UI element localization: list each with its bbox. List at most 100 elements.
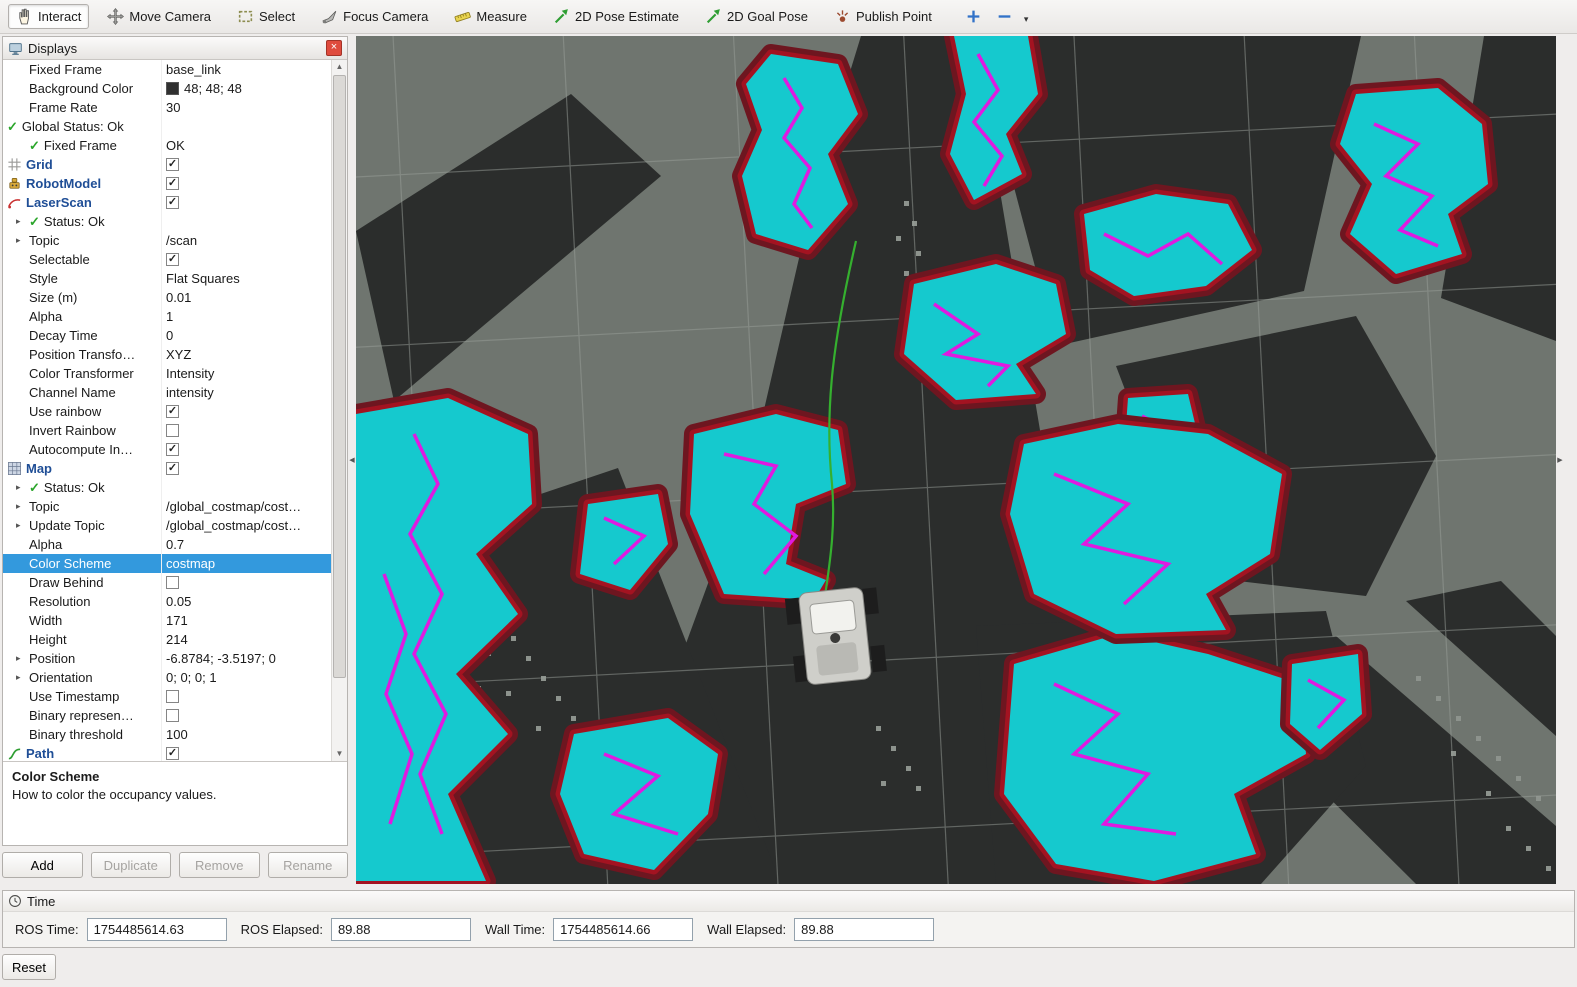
property-value-cell[interactable] (161, 440, 332, 459)
tool-2d-pose-estimate[interactable]: 2D Pose Estimate (545, 4, 687, 29)
display-row-path[interactable]: Path (3, 744, 332, 761)
property-value-cell[interactable]: OK (161, 136, 332, 155)
property-value-cell[interactable]: costmap (161, 554, 332, 573)
expander-icon[interactable] (16, 520, 29, 531)
property-value-cell[interactable]: /global_costmap/cost… (161, 497, 332, 516)
scrollbar-down-icon[interactable] (332, 747, 347, 761)
property-value-cell[interactable]: 1 (161, 307, 332, 326)
expander-icon[interactable] (16, 235, 29, 246)
property-value-cell[interactable]: base_link (161, 60, 332, 79)
scrollbar-up-icon[interactable] (332, 60, 347, 74)
property-row-width[interactable]: Width171 (3, 611, 332, 630)
splitter-right[interactable] (1556, 36, 1564, 884)
wall-elapsed-input[interactable] (794, 918, 934, 941)
property-value-cell[interactable]: intensity (161, 383, 332, 402)
remove-tool-button[interactable] (993, 5, 1016, 28)
property-row-size-m[interactable]: Size (m)0.01 (3, 288, 332, 307)
property-row-alpha[interactable]: Alpha0.7 (3, 535, 332, 554)
property-row-height[interactable]: Height214 (3, 630, 332, 649)
render-view[interactable] (356, 36, 1556, 884)
property-row-topic[interactable]: Topic/global_costmap/cost… (3, 497, 332, 516)
checkbox-checked[interactable] (166, 253, 179, 266)
checkbox-unchecked[interactable] (166, 576, 179, 589)
expander-icon[interactable] (16, 501, 29, 512)
time-panel-header[interactable]: Time (3, 891, 1574, 912)
property-row-use-rainbow[interactable]: Use rainbow (3, 402, 332, 421)
property-row-binary-threshold[interactable]: Binary threshold100 (3, 725, 332, 744)
property-value-cell[interactable]: 30 (161, 98, 332, 117)
property-row-channel-name[interactable]: Channel Nameintensity (3, 383, 332, 402)
property-row-frame-rate[interactable]: Frame Rate30 (3, 98, 332, 117)
property-value-cell[interactable] (161, 250, 332, 269)
tool-select[interactable]: Select (229, 4, 303, 29)
expander-icon[interactable] (16, 672, 29, 683)
property-value-cell[interactable]: 100 (161, 725, 332, 744)
property-value-cell[interactable] (161, 421, 332, 440)
expander-icon[interactable] (16, 482, 29, 493)
checkbox-checked[interactable] (166, 177, 179, 190)
property-value-cell[interactable] (161, 117, 332, 136)
close-panel-button[interactable] (326, 40, 342, 56)
property-value-cell[interactable]: /global_costmap/cost… (161, 516, 332, 535)
property-value-cell[interactable]: 0.7 (161, 535, 332, 554)
property-row-style[interactable]: StyleFlat Squares (3, 269, 332, 288)
property-value-cell[interactable]: Flat Squares (161, 269, 332, 288)
property-row-fixed-frame[interactable]: Fixed FrameOK (3, 136, 332, 155)
wall-time-input[interactable] (553, 918, 693, 941)
ros-time-input[interactable] (87, 918, 227, 941)
property-value-cell[interactable] (161, 174, 332, 193)
displays-panel-header[interactable]: Displays (3, 37, 347, 60)
property-value-cell[interactable]: 0.05 (161, 592, 332, 611)
property-value-cell[interactable]: Intensity (161, 364, 332, 383)
property-row-fixed-frame[interactable]: Fixed Framebase_link (3, 60, 332, 79)
property-row-color-transformer[interactable]: Color TransformerIntensity (3, 364, 332, 383)
checkbox-checked[interactable] (166, 196, 179, 209)
color-swatch[interactable] (166, 82, 179, 95)
add-button[interactable]: Add (2, 852, 83, 878)
add-tool-button[interactable] (962, 5, 985, 28)
property-row-color-scheme[interactable]: Color Schemecostmap (3, 554, 332, 573)
property-row-position-transfo[interactable]: Position Transfo…XYZ (3, 345, 332, 364)
property-row-invert-rainbow[interactable]: Invert Rainbow (3, 421, 332, 440)
checkbox-checked[interactable] (166, 747, 179, 760)
property-value-cell[interactable] (161, 155, 332, 174)
display-row-robotmodel[interactable]: RobotModel (3, 174, 332, 193)
property-row-global-status-ok[interactable]: Global Status: Ok (3, 117, 332, 136)
property-row-status-ok[interactable]: Status: Ok (3, 478, 332, 497)
property-row-topic[interactable]: Topic/scan (3, 231, 332, 250)
tool-move-camera[interactable]: Move Camera (99, 4, 219, 29)
display-row-grid[interactable]: Grid (3, 155, 332, 174)
checkbox-checked[interactable] (166, 443, 179, 456)
checkbox-unchecked[interactable] (166, 709, 179, 722)
property-row-background-color[interactable]: Background Color48; 48; 48 (3, 79, 332, 98)
property-value-cell[interactable] (161, 193, 332, 212)
tool-publish-point[interactable]: Publish Point (826, 4, 940, 29)
property-value-cell[interactable]: 48; 48; 48 (161, 79, 332, 98)
reset-button[interactable]: Reset (2, 954, 56, 980)
ros-elapsed-input[interactable] (331, 918, 471, 941)
property-value-cell[interactable] (161, 402, 332, 421)
property-row-alpha[interactable]: Alpha1 (3, 307, 332, 326)
property-value-cell[interactable]: 0 (161, 326, 332, 345)
property-row-resolution[interactable]: Resolution0.05 (3, 592, 332, 611)
property-value-cell[interactable] (161, 744, 332, 761)
splitter-left[interactable] (348, 36, 356, 884)
property-value-cell[interactable]: 171 (161, 611, 332, 630)
property-value-cell[interactable] (161, 478, 332, 497)
expander-icon[interactable] (16, 216, 29, 227)
property-row-binary-represen[interactable]: Binary represen… (3, 706, 332, 725)
tool-measure[interactable]: Measure (446, 4, 535, 29)
property-row-position[interactable]: Position-6.8784; -3.5197; 0 (3, 649, 332, 668)
checkbox-checked[interactable] (166, 462, 179, 475)
property-value-cell[interactable]: -6.8784; -3.5197; 0 (161, 649, 332, 668)
checkbox-checked[interactable] (166, 158, 179, 171)
checkbox-checked[interactable] (166, 405, 179, 418)
property-row-orientation[interactable]: Orientation0; 0; 0; 1 (3, 668, 332, 687)
property-value-cell[interactable] (161, 459, 332, 478)
expander-icon[interactable] (16, 653, 29, 664)
property-row-draw-behind[interactable]: Draw Behind (3, 573, 332, 592)
property-value-cell[interactable] (161, 687, 332, 706)
property-value-cell[interactable]: 0.01 (161, 288, 332, 307)
tree-scrollbar[interactable] (331, 60, 347, 761)
property-value-cell[interactable]: /scan (161, 231, 332, 250)
